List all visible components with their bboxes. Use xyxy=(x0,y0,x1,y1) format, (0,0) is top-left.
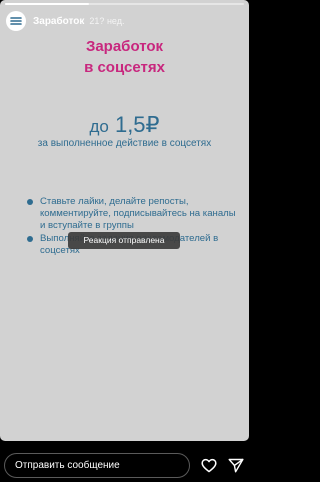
avatar[interactable] xyxy=(6,11,26,31)
list-item: Ставьте лайки, делайте репосты, комменти… xyxy=(27,196,239,233)
price-value: 1,5₽ xyxy=(114,112,160,137)
price-caption: за выполненное действие в соцсетях xyxy=(37,138,212,149)
account-name[interactable]: Заработок xyxy=(33,16,84,27)
headline-line-2: в соцсетях xyxy=(84,59,165,76)
story-progress-bar xyxy=(5,3,244,5)
reply-message-input[interactable] xyxy=(4,453,190,478)
story-card[interactable]: Заработок 21? нед. Заработок в соцсетях … xyxy=(0,0,249,441)
heart-icon xyxy=(201,458,217,472)
price-offer: до 1,5₽ xyxy=(0,112,249,140)
story-header: Заработок 21? нед. xyxy=(6,10,243,32)
reaction-sent-toast: Реакция отправлена xyxy=(68,232,180,249)
list-item-text: Ставьте лайки, делайте репосты, комменти… xyxy=(40,196,236,232)
send-icon xyxy=(228,458,244,472)
account-logo-icon xyxy=(10,17,22,25)
share-button[interactable] xyxy=(227,456,245,474)
post-time: 21? нед. xyxy=(89,16,125,26)
story-progress-fill xyxy=(5,3,89,5)
bullet-dot-icon xyxy=(27,235,33,242)
price-prefix: до xyxy=(89,117,109,136)
headline-line-1: Заработок xyxy=(85,38,164,55)
like-button[interactable] xyxy=(200,456,218,474)
bullet-dot-icon xyxy=(27,199,33,205)
headline: Заработок в соцсетях xyxy=(0,36,249,78)
